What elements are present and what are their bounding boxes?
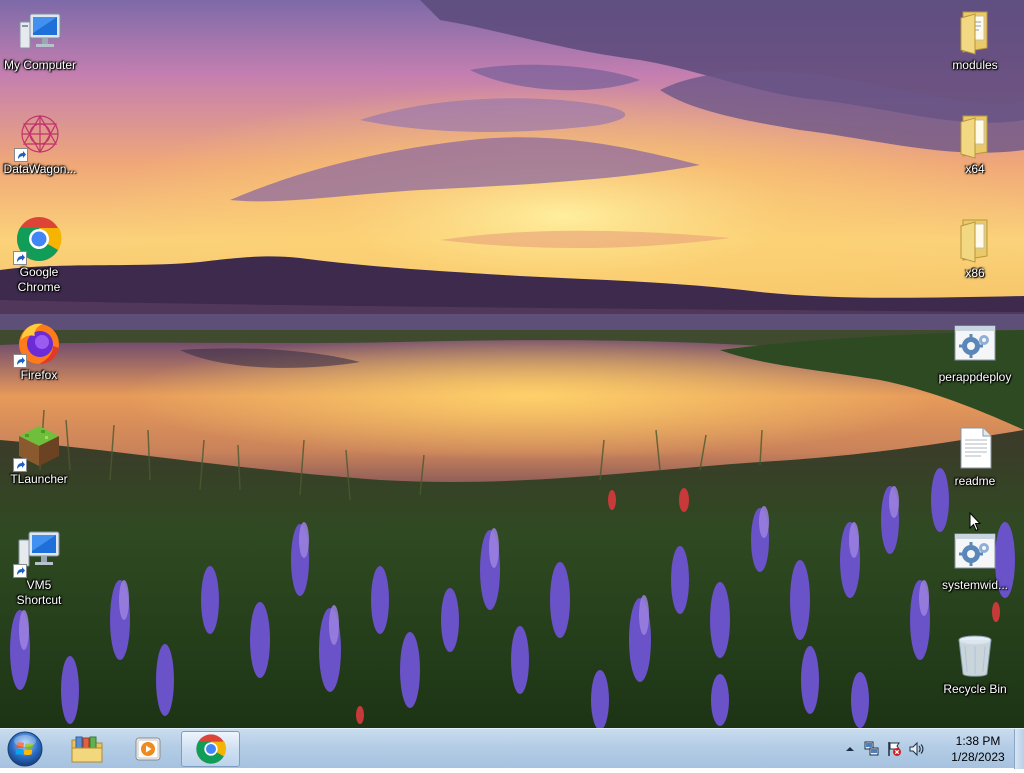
computer-icon xyxy=(16,8,64,56)
desktop-icon-label: perappdeploy xyxy=(938,370,1012,384)
desktop-icon-label: Recycle Bin xyxy=(943,682,1007,696)
desktop-icon-my-computer[interactable]: My Computer xyxy=(0,8,80,73)
desktop-icon-modules-folder[interactable]: modules xyxy=(935,8,1015,73)
taskbar: 1:38 PM 1/28/2023 xyxy=(0,728,1024,769)
desktop-icon-label: x64 xyxy=(965,162,985,176)
desktop-icon-label: Firefox xyxy=(20,368,58,382)
settings-file-icon xyxy=(951,528,999,576)
folder-icon xyxy=(951,112,999,160)
desktop-icon-label: Google Chrome xyxy=(17,265,61,294)
action-center-flag-icon[interactable] xyxy=(886,741,902,757)
desktop-icon-x64-folder[interactable]: x64 xyxy=(935,112,1015,177)
taskbar-explorer-button[interactable] xyxy=(59,731,115,767)
shortcut-arrow-icon xyxy=(14,148,28,162)
desktop-icon-perappdeploy[interactable]: perappdeploy xyxy=(935,320,1015,385)
media-player-icon xyxy=(135,737,161,761)
desktop-icon-systemwide[interactable]: systemwid... xyxy=(935,528,1015,593)
show-desktop-button[interactable] xyxy=(1014,729,1024,769)
computer-icon xyxy=(13,528,63,578)
desktop-icon-datawagon[interactable]: DataWagon... xyxy=(0,112,80,177)
shortcut-arrow-icon xyxy=(13,564,27,578)
desktop-icon-label: x86 xyxy=(965,266,985,280)
desktop-icon-label: systemwid... xyxy=(941,578,1008,592)
shortcut-arrow-icon xyxy=(13,354,27,368)
mouse-cursor-icon xyxy=(969,511,982,532)
start-button[interactable] xyxy=(6,730,44,768)
clock-date: 1/28/2023 xyxy=(951,750,1005,764)
desktop-icon-x86-folder[interactable]: x86 xyxy=(935,216,1015,281)
desktop-icon-readme[interactable]: readme xyxy=(935,424,1015,489)
recycle-bin-icon xyxy=(951,632,999,680)
windows-logo-icon xyxy=(7,731,43,767)
folder-library-icon xyxy=(71,736,103,763)
volume-icon[interactable] xyxy=(908,741,924,757)
taskbar-chrome-button[interactable] xyxy=(181,731,240,767)
desktop-icon-firefox[interactable]: Firefox xyxy=(0,318,79,383)
clock-time: 1:38 PM xyxy=(955,734,1001,748)
taskbar-media-player-button[interactable] xyxy=(120,731,176,767)
datawagon-icon xyxy=(14,112,64,162)
folder-icon xyxy=(951,216,999,264)
desktop-icon-label: My Computer xyxy=(3,58,77,72)
show-hidden-icons-chevron-icon[interactable] xyxy=(842,741,858,757)
folder-icon xyxy=(951,8,999,56)
desktop-icon-label: modules xyxy=(952,58,998,72)
chrome-icon xyxy=(195,734,226,764)
shortcut-arrow-icon xyxy=(13,251,27,265)
system-tray: 1:38 PM 1/28/2023 xyxy=(840,729,1024,769)
desktop-icon-google-chrome[interactable]: Google Chrome xyxy=(0,215,79,295)
shortcut-arrow-icon xyxy=(13,458,27,472)
desktop-icon-vm5-shortcut[interactable]: VM5 Shortcut xyxy=(0,528,79,608)
desktop-icon-label: DataWagon... xyxy=(3,162,77,176)
network-icon[interactable] xyxy=(864,741,880,757)
tlauncher-icon xyxy=(13,422,63,472)
desktop-icon-recycle-bin[interactable]: Recycle Bin xyxy=(935,632,1015,697)
text-file-icon xyxy=(951,424,999,472)
settings-file-icon xyxy=(951,320,999,368)
desktop-icon-tlauncher[interactable]: TLauncher xyxy=(0,422,79,487)
desktop-wallpaper xyxy=(0,0,1024,728)
desktop-icon-label: readme xyxy=(954,474,996,488)
firefox-icon xyxy=(13,318,63,368)
desktop-icon-label: TLauncher xyxy=(10,472,68,486)
desktop-icon-label: VM5 Shortcut xyxy=(16,578,62,607)
chrome-icon xyxy=(13,215,63,265)
taskbar-clock[interactable]: 1:38 PM 1/28/2023 xyxy=(940,733,1016,765)
